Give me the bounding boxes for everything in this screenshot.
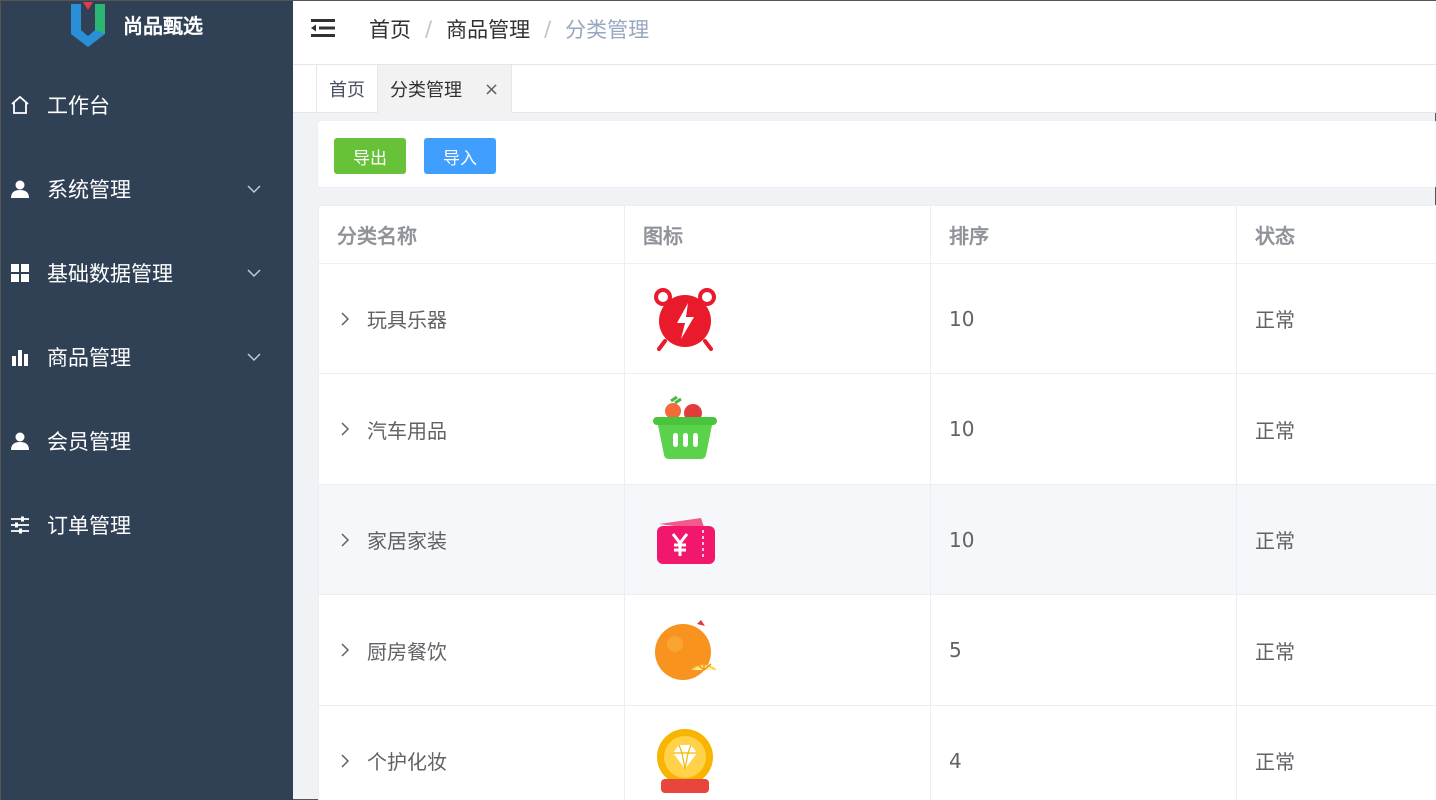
cell-icon bbox=[625, 264, 931, 373]
sidebar-item-system[interactable]: 系统管理 bbox=[1, 161, 293, 217]
cell-sort: 10 bbox=[931, 374, 1237, 484]
cell-status: 正常 bbox=[1255, 418, 1295, 443]
category-name: 家居家装 bbox=[367, 529, 447, 553]
home-icon bbox=[9, 94, 31, 116]
sidebar-item-members[interactable]: 会员管理 bbox=[1, 413, 293, 469]
breadcrumb-item-products[interactable]: 商品管理 bbox=[446, 14, 530, 44]
sidebar-item-dashboard[interactable]: 工作台 bbox=[1, 77, 293, 133]
cell-icon bbox=[625, 706, 931, 800]
category-name: 厨房餐饮 bbox=[367, 639, 447, 664]
toolbar-card: 导出 导入 bbox=[317, 120, 1436, 188]
diamond-badge-icon bbox=[657, 728, 713, 793]
table-row[interactable]: 个护化妆 4 正常 bbox=[319, 706, 1436, 800]
table-header: 分类名称 图标 排序 状态 bbox=[319, 206, 1436, 264]
sliders-icon bbox=[9, 514, 31, 536]
export-button[interactable]: 导出 bbox=[334, 138, 406, 174]
column-header-icon: 图标 bbox=[625, 206, 931, 263]
tag-label: 分类管理 bbox=[390, 80, 462, 101]
top-navbar: 首页 / 商品管理 / 分类管理 bbox=[293, 1, 1436, 65]
category-table: 分类名称 图标 排序 状态 玩具乐器 10 正常 汽车用品 10 正常 家居家装… bbox=[318, 205, 1436, 800]
chevron-right-icon[interactable] bbox=[337, 532, 353, 548]
sidebar-item-label: 工作台 bbox=[47, 94, 110, 118]
chevron-down-icon bbox=[247, 269, 261, 278]
orange-icon bbox=[655, 620, 717, 680]
sidebar-item-base-data[interactable]: 基础数据管理 bbox=[1, 245, 293, 301]
chevron-down-icon bbox=[247, 353, 261, 362]
cell-status: 正常 bbox=[1255, 529, 1295, 553]
category-name: 个护化妆 bbox=[367, 750, 447, 774]
tag-category[interactable]: 分类管理 × bbox=[377, 65, 513, 113]
grid-icon bbox=[9, 262, 31, 284]
category-name: 玩具乐器 bbox=[367, 308, 447, 332]
chevron-right-icon[interactable] bbox=[337, 311, 353, 327]
bar-chart-icon bbox=[9, 346, 31, 368]
column-header-status: 状态 bbox=[1255, 224, 1295, 248]
cell-status: 正常 bbox=[1255, 308, 1295, 332]
sidebar: 尚品甄选 工作台 系统管理 基础数据管理 商品管理 会员管理 订单管理 bbox=[1, 1, 293, 800]
breadcrumb-item-home[interactable]: 首页 bbox=[369, 14, 411, 44]
cell-status: 正常 bbox=[1255, 750, 1295, 774]
cell-sort: 4 bbox=[931, 706, 1237, 800]
cell-status: 正常 bbox=[1255, 639, 1295, 664]
cell-name: 厨房餐饮 bbox=[319, 595, 625, 705]
close-icon[interactable]: × bbox=[484, 79, 499, 100]
breadcrumb: 首页 / 商品管理 / 分类管理 bbox=[369, 14, 649, 44]
table-row[interactable]: 玩具乐器 10 正常 bbox=[319, 264, 1436, 374]
cell-sort: 5 bbox=[931, 595, 1237, 705]
table-row[interactable]: 厨房餐饮 5 正常 bbox=[319, 595, 1436, 706]
cell-sort: 10 bbox=[931, 264, 1237, 373]
tags-view: 首页 分类管理 × bbox=[293, 65, 1436, 113]
cell-icon bbox=[625, 374, 931, 484]
logo[interactable]: 尚品甄选 bbox=[69, 1, 203, 51]
cell-sort: 10 bbox=[931, 485, 1237, 594]
sidebar-item-label: 基础数据管理 bbox=[47, 262, 173, 286]
chevron-right-icon[interactable] bbox=[337, 421, 353, 437]
cell-name: 个护化妆 bbox=[319, 706, 625, 800]
table-row[interactable]: 家居家装 10 正常 bbox=[319, 485, 1436, 595]
tag-home[interactable]: 首页 bbox=[316, 65, 378, 113]
user-icon bbox=[9, 430, 31, 452]
category-name: 汽车用品 bbox=[367, 418, 447, 443]
hamburger-icon[interactable] bbox=[311, 17, 337, 39]
user-icon bbox=[9, 178, 31, 200]
cell-icon bbox=[625, 485, 931, 594]
sidebar-item-orders[interactable]: 订单管理 bbox=[1, 497, 293, 553]
coupon-icon bbox=[657, 517, 715, 564]
chevron-right-icon[interactable] bbox=[337, 642, 353, 658]
sidebar-item-label: 订单管理 bbox=[47, 514, 131, 538]
cell-icon bbox=[625, 595, 931, 705]
breadcrumb-separator: / bbox=[544, 17, 552, 41]
table-row[interactable]: 汽车用品 10 正常 bbox=[319, 374, 1436, 485]
cell-name: 汽车用品 bbox=[319, 374, 625, 484]
logo-text: 尚品甄选 bbox=[123, 13, 203, 38]
cell-name: 玩具乐器 bbox=[319, 264, 625, 373]
sidebar-item-label: 商品管理 bbox=[47, 346, 131, 370]
column-header-sort: 排序 bbox=[931, 206, 1237, 263]
chevron-down-icon bbox=[247, 185, 261, 194]
cell-name: 家居家装 bbox=[319, 485, 625, 594]
chevron-right-icon[interactable] bbox=[337, 753, 353, 769]
shopping-basket-icon bbox=[653, 395, 717, 459]
sidebar-item-label: 会员管理 bbox=[47, 430, 131, 454]
breadcrumb-separator: / bbox=[425, 17, 433, 41]
logo-icon bbox=[71, 2, 105, 47]
column-header-name: 分类名称 bbox=[319, 206, 625, 263]
alarm-clock-icon bbox=[654, 287, 716, 351]
tag-label: 首页 bbox=[329, 80, 365, 101]
import-button[interactable]: 导入 bbox=[424, 138, 496, 174]
sidebar-item-products[interactable]: 商品管理 bbox=[1, 329, 293, 385]
sidebar-item-label: 系统管理 bbox=[47, 178, 131, 202]
breadcrumb-item-current: 分类管理 bbox=[565, 18, 650, 42]
